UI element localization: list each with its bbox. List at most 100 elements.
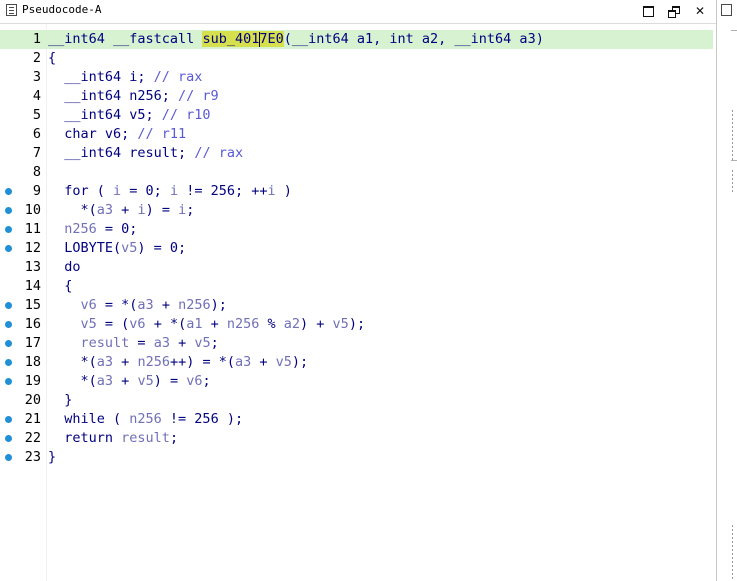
line-number: 7 (32, 145, 41, 161)
comment: // rax (153, 69, 203, 85)
comment: // r11 (137, 126, 187, 142)
code-line-7[interactable]: 7 __int64 result; // rax (0, 144, 713, 163)
panel-dashed-marker (732, 170, 733, 192)
panel-divider (731, 160, 737, 161)
line-number: 13 (24, 259, 41, 275)
code-line-10[interactable]: 10 *(a3 + i) = i; (0, 201, 713, 220)
code-text[interactable]: { (48, 277, 72, 296)
breakpoint-dot[interactable] (5, 416, 12, 423)
line-number: 4 (32, 88, 41, 104)
line-number: 1 (32, 31, 41, 47)
code-line-3[interactable]: 3 __int64 i; // rax (0, 68, 713, 87)
code-line-20[interactable]: 20 } (0, 391, 713, 410)
breakpoint-dot[interactable] (5, 435, 12, 442)
code-line-9[interactable]: 9 for ( i = 0; i != 256; ++i ) (0, 182, 713, 201)
line-number: 20 (24, 392, 41, 408)
code-text[interactable]: } (48, 391, 72, 410)
panel-divider (731, 30, 737, 31)
code-text[interactable]: } (48, 448, 56, 467)
code-line-17[interactable]: 17 result = a3 + v5; (0, 334, 713, 353)
code-line-18[interactable]: 18 *(a3 + n256++) = *(a3 + v5); (0, 353, 713, 372)
code-text[interactable]: do (48, 258, 80, 277)
maximize-button[interactable] (638, 2, 658, 20)
breakpoint-dot[interactable] (5, 245, 12, 252)
line-number: 17 (24, 335, 41, 351)
line-number: 19 (24, 373, 41, 389)
code-line-22[interactable]: 22 return result; (0, 429, 713, 448)
pseudocode-editor[interactable]: 1 __int64 __fastcall sub_4017E0(__int64 … (0, 30, 713, 581)
panel-dashed-marker (732, 525, 733, 581)
code-text[interactable]: *(a3 + v5) = v6; (48, 372, 211, 391)
code-text[interactable]: for ( i = 0; i != 256; ++i ) (48, 182, 292, 201)
code-text[interactable]: char v6; // r11 (48, 125, 186, 144)
code-text[interactable]: __int64 result; // rax (48, 144, 243, 163)
line-number: 8 (32, 164, 41, 180)
panel-dashed-marker (732, 110, 733, 160)
breakpoint-dot[interactable] (5, 302, 12, 309)
line-number: 2 (32, 50, 41, 66)
code-text[interactable]: LOBYTE(v5) = 0; (48, 239, 186, 258)
comment: // r9 (178, 88, 219, 104)
breakpoint-dot[interactable] (5, 321, 12, 328)
code-text[interactable]: return result; (48, 429, 178, 448)
code-line-21[interactable]: 21 while ( n256 != 256 ); (0, 410, 713, 429)
breakpoint-dot[interactable] (5, 454, 12, 461)
line-number: 23 (24, 449, 41, 465)
line-number: 14 (24, 278, 41, 294)
breakpoint-dot[interactable] (5, 188, 12, 195)
breakpoint-dot[interactable] (5, 207, 12, 214)
close-icon: ✕ (694, 4, 706, 18)
comment: // r10 (161, 107, 211, 123)
breakpoint-dot[interactable] (5, 226, 12, 233)
line-number: 9 (32, 183, 41, 199)
panel-window-icon (721, 4, 732, 16)
code-line-8[interactable]: 8 (0, 163, 713, 182)
selected-function-name[interactable]: sub_4017E0 (202, 31, 284, 47)
close-button[interactable]: ✕ (690, 2, 710, 20)
line-number: 16 (24, 316, 41, 332)
line-number: 12 (24, 240, 41, 256)
code-line-11[interactable]: 11 n256 = 0; (0, 220, 713, 239)
code-text[interactable]: __int64 __fastcall sub_4017E0(__int64 a1… (48, 30, 544, 49)
window-title: Pseudocode-A (22, 3, 102, 16)
code-text[interactable]: __int64 i; // rax (48, 68, 202, 87)
line-number: 21 (24, 411, 41, 427)
code-line-6[interactable]: 6 char v6; // r11 (0, 125, 713, 144)
code-text[interactable]: __int64 n256; // r9 (48, 87, 219, 106)
code-line-23[interactable]: 23 } (0, 448, 713, 467)
code-text[interactable]: v5 = (v6 + *(a1 + n256 % a2) + v5); (48, 315, 366, 334)
breakpoint-dot[interactable] (5, 378, 12, 385)
line-number: 5 (32, 107, 41, 123)
code-line-15[interactable]: 15 v6 = *(a3 + n256); (0, 296, 713, 315)
code-text[interactable]: n256 = 0; (48, 220, 137, 239)
code-line-5[interactable]: 5 __int64 v5; // r10 (0, 106, 713, 125)
breakpoint-dot[interactable] (5, 340, 12, 347)
code-text[interactable]: *(a3 + i) = i; (48, 201, 195, 220)
window-titlebar: Pseudocode-A ✕ (0, 0, 716, 24)
code-text[interactable]: while ( n256 != 256 ); (48, 410, 243, 429)
code-text[interactable]: v6 = *(a3 + n256); (48, 296, 227, 315)
code-line-13[interactable]: 13 do (0, 258, 713, 277)
line-number: 6 (32, 126, 41, 142)
restore-button[interactable] (664, 2, 684, 20)
pseudocode-window-icon (6, 4, 17, 16)
comment: // rax (194, 145, 244, 161)
code-line-12[interactable]: 12 LOBYTE(v5) = 0; (0, 239, 713, 258)
code-line-1[interactable]: 1 __int64 __fastcall sub_4017E0(__int64 … (0, 30, 713, 49)
code-line-16[interactable]: 16 v5 = (v6 + *(a1 + n256 % a2) + v5); (0, 315, 713, 334)
code-line-19[interactable]: 19 *(a3 + v5) = v6; (0, 372, 713, 391)
code-line-14[interactable]: 14 { (0, 277, 713, 296)
maximize-icon (642, 6, 654, 17)
code-text[interactable]: *(a3 + n256++) = *(a3 + v5); (48, 353, 309, 372)
code-text[interactable]: result = a3 + v5; (48, 334, 219, 353)
breakpoint-dot[interactable] (5, 359, 12, 366)
line-number: 11 (24, 221, 41, 237)
line-number: 18 (24, 354, 41, 370)
code-text[interactable]: { (48, 49, 56, 68)
code-text[interactable]: __int64 v5; // r10 (48, 106, 211, 125)
line-number: 10 (24, 202, 41, 218)
restore-icon (668, 6, 680, 18)
code-line-4[interactable]: 4 __int64 n256; // r9 (0, 87, 713, 106)
code-line-2[interactable]: 2 { (0, 49, 713, 68)
adjacent-panel[interactable] (716, 0, 737, 581)
